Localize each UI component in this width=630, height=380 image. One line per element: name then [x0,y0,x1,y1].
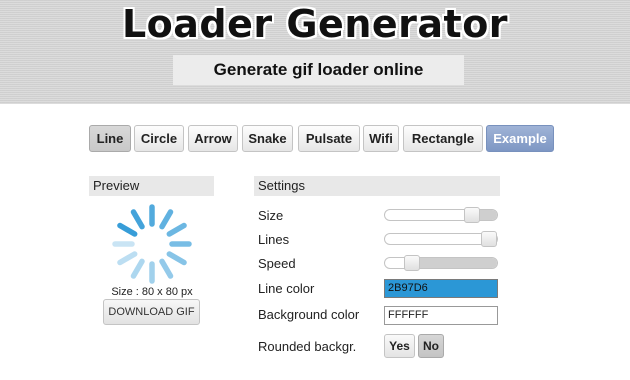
app-subtitle: Generate gif loader online [173,55,464,85]
rounded-yes-button[interactable]: Yes [384,334,415,358]
settings-heading: Settings [254,176,500,196]
line-color-input[interactable]: 2B97D6 [384,279,498,298]
download-gif-button[interactable]: DOWNLOAD GIF [103,299,200,325]
speed-slider-handle[interactable] [404,255,421,271]
preview-size-text: Size : 80 x 80 px [111,286,193,298]
tab-circle[interactable]: Circle [134,125,184,152]
line-color-label: Line color [258,281,315,296]
app-title: Loader Generator [121,2,509,46]
rounded-background-label: Rounded backgr. [258,339,357,354]
spinner-line [166,251,187,266]
speed-label: Speed [258,256,296,271]
speed-slider-fill [412,258,497,268]
background-color-label: Background color [258,307,360,322]
lines-label: Lines [258,232,290,247]
tab-wifi[interactable]: Wifi [363,125,399,152]
size-slider-handle[interactable] [463,207,480,223]
background-color-input[interactable]: FFFFFF [384,306,498,325]
tab-snake[interactable]: Snake [242,125,293,152]
tab-rectangle[interactable]: Rectangle [403,125,483,152]
preview-heading: Preview [89,176,214,196]
lines-slider[interactable] [384,231,498,247]
spinner-line [130,209,145,230]
page-header: Loader Generator Generate gif loader onl… [0,0,630,104]
rounded-no-button[interactable]: No [418,334,444,358]
loader-preview [112,204,192,284]
size-label: Size [258,208,284,223]
spinner-line [159,258,174,279]
tab-example[interactable]: Example [486,125,554,152]
spinner-line [166,222,187,237]
spinner-line [117,222,138,237]
tab-arrow[interactable]: Arrow [188,125,238,152]
tab-pulsate[interactable]: Pulsate [298,125,360,152]
speed-slider[interactable] [384,255,498,271]
spinner-line [130,258,145,279]
spinner-line [117,251,138,266]
loader-type-tabs: Line Circle Arrow Snake Pulsate Wifi Rec… [0,125,630,152]
lines-slider-handle[interactable] [481,231,497,247]
spinner-line [159,209,174,230]
size-slider[interactable] [384,207,498,223]
tab-line[interactable]: Line [89,125,131,152]
